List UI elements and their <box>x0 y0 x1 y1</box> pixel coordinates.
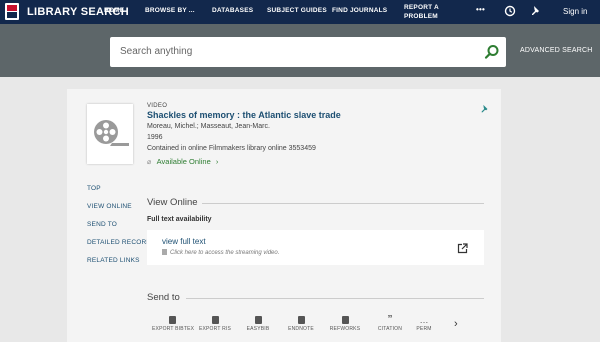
view-full-text-box[interactable] <box>147 230 484 265</box>
sidenav-top[interactable]: TOP <box>87 185 101 192</box>
document-icon <box>162 249 167 255</box>
sidenav-detailed-record[interactable]: DETAILED RECORD <box>87 239 151 246</box>
availability-label: Available Online <box>156 157 211 166</box>
availability-status[interactable]: ⌀ Available Online › <box>147 157 218 166</box>
search-placeholder: Search anything <box>120 46 193 57</box>
chevron-right-icon: › <box>215 157 219 166</box>
more-options-icon[interactable]: ••• <box>476 5 485 14</box>
film-reel-icon <box>94 120 129 146</box>
sign-in-link[interactable]: Sign in <box>563 7 587 16</box>
document-icon <box>168 316 176 324</box>
view-full-text-link[interactable]: view full text <box>162 237 206 246</box>
link-icon: ⌀ <box>147 159 152 166</box>
university-logo-icon[interactable] <box>5 3 19 20</box>
document-icon <box>211 316 219 324</box>
send-to-label: CITATION <box>377 326 403 332</box>
top-navigation-bar: LIBRARY SEARCH HOME BROWSE BY ... DATABA… <box>0 0 600 24</box>
nav-browse-by[interactable]: BROWSE BY ... <box>145 7 195 14</box>
nav-report-line1: REPORT A <box>404 4 439 11</box>
search-input[interactable]: Search anything <box>110 37 506 67</box>
quote-icon: ” <box>387 314 393 325</box>
send-to-export-ris[interactable]: EXPORT RIS <box>195 316 235 332</box>
record-title[interactable]: Shackles of memory : the Atlantic slave … <box>147 110 341 120</box>
document-icon <box>254 316 262 324</box>
send-to-citation[interactable]: ” CITATION <box>370 314 410 333</box>
send-to-label: EXPORT BIBTEX <box>152 326 195 332</box>
record-year: 1996 <box>147 134 163 141</box>
record-source: Contained in online Filmmakers library o… <box>147 145 316 152</box>
more-icon: … <box>419 316 429 325</box>
send-to-export-bibtex[interactable]: EXPORT BIBTEX <box>152 316 195 332</box>
section-divider <box>186 298 484 299</box>
streaming-hint: Click here to access the streaming video… <box>162 249 279 256</box>
send-to-permalink[interactable]: … PERM <box>406 316 442 332</box>
send-to-endnote[interactable]: ENDNOTE <box>281 316 321 332</box>
send-to-label: PERM <box>416 326 432 332</box>
nav-databases[interactable]: DATABASES <box>212 7 253 14</box>
nav-subject-guides[interactable]: SUBJECT GUIDES <box>267 7 327 14</box>
history-icon[interactable] <box>502 4 518 20</box>
nav-home[interactable]: HOME <box>104 7 124 14</box>
pin-record-icon[interactable] <box>480 101 490 113</box>
chevron-right-icon[interactable]: › <box>454 318 458 330</box>
sidenav-related-links[interactable]: RELATED LINKS <box>87 257 140 264</box>
send-to-heading: Send to <box>147 292 180 303</box>
record-type: VIDEO <box>147 103 168 109</box>
view-online-heading: View Online <box>147 197 198 208</box>
section-divider <box>202 203 484 204</box>
send-to-label: REFWORKS <box>329 326 361 332</box>
nav-report-a-problem[interactable]: REPORT A PROBLEM <box>404 3 439 21</box>
nav-report-line2: PROBLEM <box>404 13 438 20</box>
full-text-availability-heading: Full text availability <box>147 216 212 223</box>
document-icon <box>341 316 349 324</box>
send-to-refworks[interactable]: REFWORKS <box>325 316 365 332</box>
record-authors: Moreau, Michel.; Masseaut, Jean-Marc. <box>147 123 270 130</box>
send-to-label: EASYBIB <box>246 326 270 332</box>
document-icon <box>297 316 305 324</box>
video-thumbnail[interactable] <box>87 104 133 164</box>
nav-find-journals[interactable]: FIND JOURNALS <box>332 7 387 14</box>
sidenav-send-to[interactable]: SEND TO <box>87 221 117 228</box>
sidenav-view-online[interactable]: VIEW ONLINE <box>87 203 132 210</box>
streaming-hint-text: Click here to access the streaming video… <box>170 250 280 256</box>
send-to-label: EXPORT RIS <box>198 326 232 332</box>
search-icon[interactable] <box>484 44 500 60</box>
open-external-icon[interactable] <box>457 241 468 254</box>
advanced-search-link[interactable]: ADVANCED SEARCH <box>520 47 593 54</box>
pin-icon[interactable] <box>528 4 544 20</box>
send-to-label: ENDNOTE <box>288 326 314 332</box>
send-to-easybib[interactable]: EASYBIB <box>238 316 278 332</box>
